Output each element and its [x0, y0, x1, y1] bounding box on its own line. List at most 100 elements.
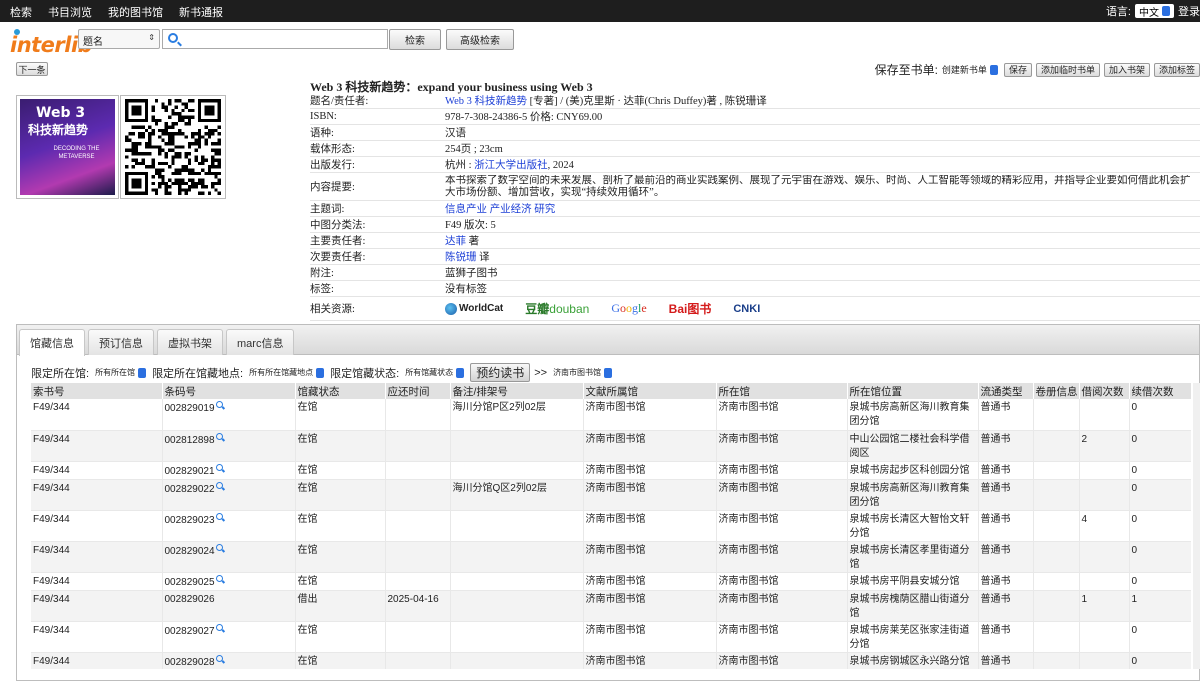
vertical-scrollbar[interactable]: [1193, 383, 1200, 669]
cell-barcode[interactable]: 002829019: [162, 399, 296, 431]
douban-link[interactable]: 豆瓣douban: [525, 300, 589, 317]
cell-current-library: 济南市图书馆: [716, 652, 848, 669]
tab-virtual-shelf[interactable]: 虚拟书架: [157, 329, 223, 355]
nav-browse[interactable]: 书目浏览: [48, 4, 92, 20]
cell-barcode[interactable]: 002829022: [162, 479, 296, 511]
table-row[interactable]: F49/344 002829025 在馆 济南市图书馆 济南市图书馆 泉城书房平阴县安城分…: [31, 572, 1191, 591]
language-select[interactable]: 中文: [1135, 4, 1174, 19]
cell-text: F49/344: [33, 624, 70, 636]
cell-location: 中山公园馆二楼社会科学借阅区: [847, 430, 979, 462]
publish-place: 杭州 :: [445, 160, 475, 171]
baidu-books-link[interactable]: Bai图书: [669, 300, 712, 317]
column-header-borrow-count[interactable]: 借阅次数: [1079, 383, 1130, 399]
table-row[interactable]: F49/344 002829028 在馆 济南市图书馆 济南市图书馆 泉城书房钢城区永兴路…: [31, 652, 1191, 669]
cell-current-library: 济南市图书馆: [716, 461, 848, 480]
magnifier-icon[interactable]: [215, 574, 223, 582]
booklist-select[interactable]: 创建新书单: [942, 63, 998, 76]
subject-link[interactable]: 信息产业 产业经济 研究: [445, 204, 555, 215]
tab-holdings[interactable]: 馆藏信息: [19, 329, 85, 356]
publisher-link[interactable]: 浙江大学出版社: [474, 160, 548, 171]
add-tag-button[interactable]: 添加标签: [1153, 62, 1200, 77]
title-link[interactable]: Web 3 科技新趋势: [445, 96, 527, 107]
cell-current-library: 济南市图书馆: [716, 572, 848, 591]
google-link[interactable]: Google: [611, 301, 646, 316]
column-header-call-number[interactable]: 索书号: [31, 383, 163, 399]
table-row[interactable]: F49/344 002829026 借出 2025-04-16 济南市图书馆 济南市图书馆…: [31, 590, 1191, 622]
table-row[interactable]: F49/344 002829021 在馆 济南市图书馆 济南市图书馆 泉城书房起步区科创园…: [31, 461, 1191, 480]
column-header-owner-library[interactable]: 文献所属馆: [583, 383, 717, 399]
next-record-button[interactable]: 下一条: [16, 62, 48, 76]
magnifier-icon[interactable]: [215, 401, 223, 408]
reserve-button[interactable]: 预约读书: [470, 363, 531, 382]
nav-my-library[interactable]: 我的图书馆: [108, 4, 163, 20]
magnifier-icon[interactable]: [215, 512, 223, 520]
cell-barcode[interactable]: 002829021: [162, 461, 296, 480]
magnifier-icon[interactable]: [215, 654, 223, 662]
tab-reservations[interactable]: 预订信息: [88, 329, 154, 355]
worldcat-link[interactable]: WorldCat: [445, 302, 503, 315]
filter-library-select[interactable]: 所有所在馆: [93, 365, 149, 380]
cell-barcode[interactable]: 002829026: [162, 590, 296, 622]
login-link[interactable]: 登录: [1178, 3, 1200, 19]
nav-search[interactable]: 检索: [10, 4, 32, 20]
cell-text: 普通书: [980, 593, 1011, 605]
cell-location: 泉城书房高新区海川教育集团分馆: [847, 399, 979, 431]
tab-marc[interactable]: marc信息: [226, 329, 295, 355]
cell-barcode[interactable]: 002829025: [162, 572, 296, 591]
cell-owner-library: 济南市图书馆: [583, 510, 717, 542]
cell-renew-count: 0: [1129, 510, 1191, 542]
save-button[interactable]: 保存: [1003, 62, 1032, 77]
cell-text: 泉城书房平阴县安城分馆: [849, 575, 960, 587]
cell-barcode[interactable]: 002812898: [162, 430, 296, 462]
field-value: Web 3 科技新趋势 [专著] / (美)克里斯 · 达菲(Chris Duf…: [445, 93, 1200, 108]
cell-barcode[interactable]: 002829028: [162, 652, 296, 669]
column-header-renew-count[interactable]: 续借次数: [1129, 383, 1191, 399]
magnifier-icon[interactable]: [215, 543, 223, 551]
field-value: 信息产业 产业经济 研究: [445, 201, 1200, 216]
table-row[interactable]: F49/344 002829027 在馆 济南市图书馆 济南市图书馆 泉城书房莱芜区张家洼…: [31, 621, 1191, 653]
column-header-status[interactable]: 馆藏状态: [295, 383, 386, 399]
table-row[interactable]: F49/344 002812898 在馆 济南市图书馆 济南市图书馆 中山公园馆二楼社会科…: [31, 430, 1191, 462]
filter-location-select[interactable]: 所有所在馆藏地点: [247, 365, 327, 380]
magnifier-icon[interactable]: [215, 432, 223, 440]
author-link[interactable]: 达菲: [445, 236, 466, 247]
magnifier-icon[interactable]: [215, 481, 223, 489]
table-row[interactable]: F49/344 002829023 在馆 济南市图书馆 济南市图书馆 泉城书房长清区大智怡…: [31, 510, 1191, 542]
cell-text: F49/344: [33, 402, 70, 413]
column-header-due-date[interactable]: 应还时间: [385, 383, 451, 399]
table-row[interactable]: F49/344 002829019 在馆 海川分馆P区2列02层 济南市图书馆 济南市图书…: [31, 399, 1191, 431]
magnifier-icon[interactable]: [215, 463, 223, 471]
cell-barcode[interactable]: 002829024: [162, 541, 296, 573]
cnki-link[interactable]: CNKI: [733, 303, 760, 315]
cell-text: 在馆: [297, 482, 318, 494]
column-header-location[interactable]: 所在馆位置: [847, 383, 979, 399]
search-field-select[interactable]: 题名 ⇕: [78, 29, 160, 49]
magnifier-icon[interactable]: [215, 623, 223, 631]
advanced-search-button[interactable]: 高级检索: [446, 29, 514, 50]
cell-volume-info: [1033, 572, 1080, 591]
table-row[interactable]: F49/344 002829022 在馆 海川分馆Q区2列02层 济南市图书馆 济南市图书…: [31, 479, 1191, 511]
search-input[interactable]: [162, 29, 388, 49]
qr-code: [120, 95, 226, 199]
field-subject: 主题词: 信息产业 产业经济 研究: [310, 201, 1200, 217]
cell-barcode[interactable]: 002829027: [162, 621, 296, 653]
table-row[interactable]: F49/344 002829024 在馆 济南市图书馆 济南市图书馆 泉城书房长清区孝里街…: [31, 541, 1191, 573]
search-button[interactable]: 检索: [389, 29, 441, 50]
column-header-volume-info[interactable]: 卷册信息: [1033, 383, 1080, 399]
add-temp-list-button[interactable]: 添加临时书单: [1035, 62, 1100, 77]
nav-new-books[interactable]: 新书通报: [179, 4, 223, 20]
cell-text: 济南市图书馆: [718, 464, 779, 476]
column-header-circulation-type[interactable]: 流通类型: [978, 383, 1034, 399]
cell-current-library: 济南市图书馆: [716, 430, 848, 462]
column-header-current-library[interactable]: 所在馆: [716, 383, 848, 399]
add-to-shelf-button[interactable]: 加入书架: [1103, 62, 1150, 77]
reserve-library-select[interactable]: 济南市图书馆: [551, 365, 615, 380]
filter-status-select[interactable]: 所有馆藏状态: [403, 365, 467, 380]
search-field-value: 题名: [83, 37, 103, 48]
cell-text: 0: [1131, 513, 1138, 525]
author-role: 著: [466, 236, 480, 247]
translator-link[interactable]: 陈锐珊: [445, 252, 477, 263]
cell-barcode[interactable]: 002829023: [162, 510, 296, 542]
column-header-barcode[interactable]: 条码号: [162, 383, 296, 399]
column-header-shelf-note[interactable]: 备注/排架号: [450, 383, 584, 399]
